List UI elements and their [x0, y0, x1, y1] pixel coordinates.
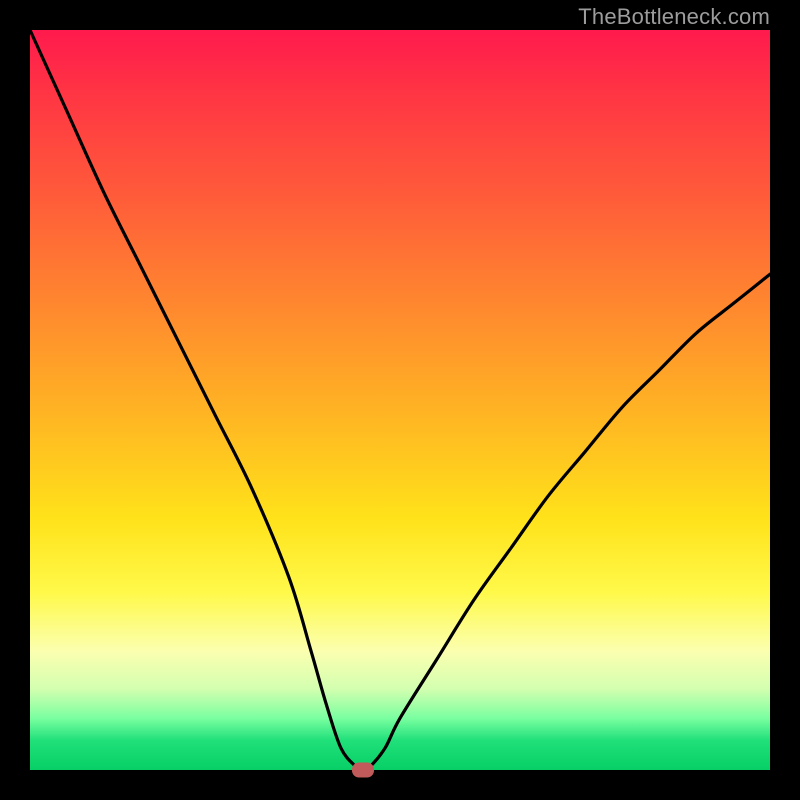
- watermark-text: TheBottleneck.com: [578, 4, 770, 30]
- optimal-point-marker: [352, 763, 374, 778]
- bottleneck-curve: [30, 30, 770, 770]
- plot-area: [30, 30, 770, 770]
- chart-frame: TheBottleneck.com: [0, 0, 800, 800]
